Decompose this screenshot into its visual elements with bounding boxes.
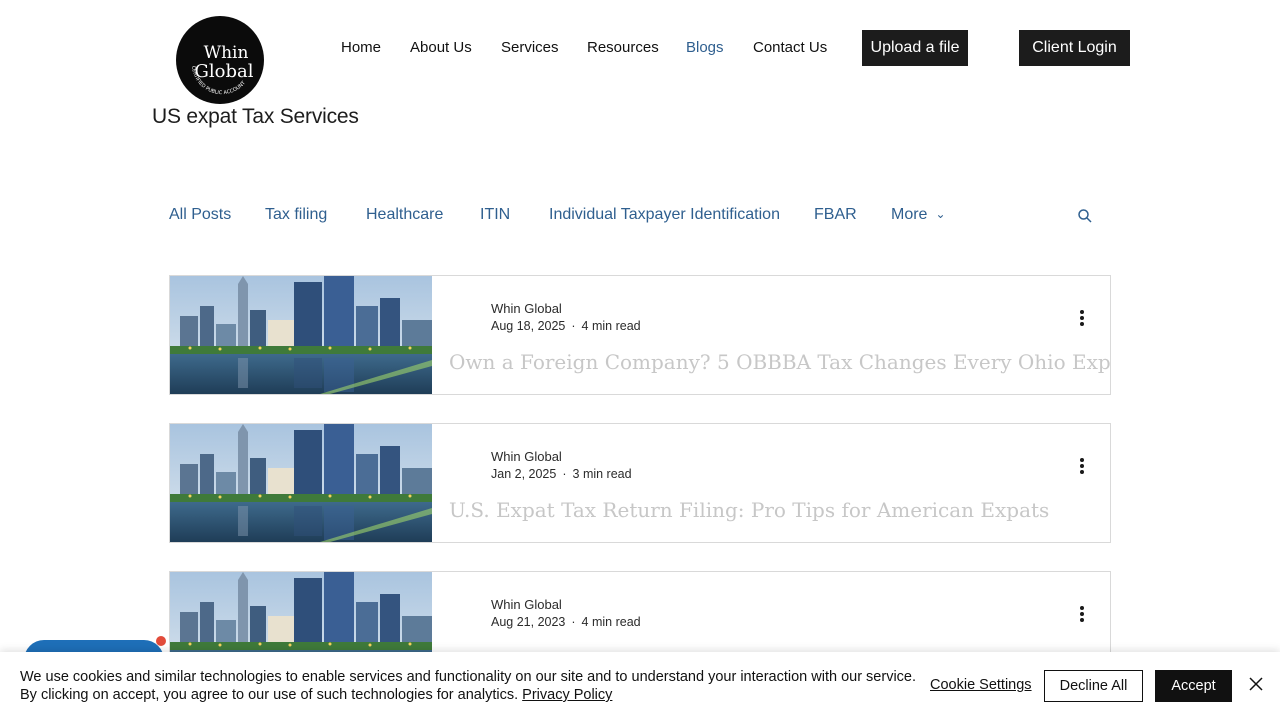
category-healthcare[interactable]: Healthcare (366, 204, 443, 226)
more-label: More (891, 206, 928, 223)
category-fbar[interactable]: FBAR (814, 204, 857, 226)
notification-badge (156, 636, 166, 646)
chevron-down-icon: ⌄ (935, 207, 946, 221)
nav-home[interactable]: Home (341, 38, 381, 58)
post-cover-image[interactable] (170, 276, 432, 394)
category-tax-filing[interactable]: Tax filing (265, 204, 327, 226)
cookie-message: We use cookies and similar technologies … (20, 668, 920, 704)
site-title: US expat Tax Services (152, 105, 359, 128)
post-date: Aug 21, 2023 (491, 615, 566, 629)
logo-graphic: Whin Global CERTIFIED PUBLIC ACCOUNTANTS (176, 16, 254, 96)
logo-word-global: Global (195, 61, 254, 82)
whin-global-logo[interactable]: Whin Global CERTIFIED PUBLIC ACCOUNTANTS (176, 16, 264, 104)
meta-separator: · (571, 319, 576, 333)
post-date: Aug 18, 2025 (491, 319, 566, 333)
post-author[interactable]: Whin Global (491, 301, 562, 316)
cookie-message-text: We use cookies and similar technologies … (20, 669, 917, 703)
post-read-time: 4 min read (581, 319, 641, 333)
category-more-dropdown[interactable]: More ⌄ (891, 204, 946, 226)
post-read-time: 3 min read (572, 467, 632, 481)
meta-separator: · (571, 615, 576, 629)
more-options-icon[interactable] (1074, 456, 1090, 476)
cookie-consent-banner: We use cookies and similar technologies … (0, 652, 1280, 720)
accept-button[interactable]: Accept (1155, 670, 1232, 702)
close-icon[interactable] (1248, 676, 1264, 692)
category-individual-taxpayer-identification[interactable]: Individual Taxpayer Identification (549, 204, 780, 226)
category-itin[interactable]: ITIN (480, 204, 510, 226)
decline-all-button[interactable]: Decline All (1044, 670, 1143, 702)
blog-post-card[interactable]: Whin Global Aug 18, 2025 · 4 min read Own … (169, 275, 1111, 395)
search-icon[interactable] (1077, 208, 1093, 224)
post-meta: Jan 2, 2025 · 3 min read (491, 467, 632, 481)
post-meta: Aug 18, 2025 · 4 min read (491, 319, 641, 333)
post-author[interactable]: Whin Global (491, 449, 562, 464)
nav-services[interactable]: Services (501, 38, 559, 58)
more-options-icon[interactable] (1074, 308, 1090, 328)
post-title[interactable]: U.S. Expat Tax Return Filing: Pro Tips f… (449, 498, 1049, 522)
post-title[interactable]: Own a Foreign Company? 5 OBBBA Tax Chang… (449, 350, 1110, 374)
upload-file-button[interactable]: Upload a file (862, 30, 968, 66)
client-login-button[interactable]: Client Login (1019, 30, 1130, 66)
logo-word-whin: Whin (204, 43, 249, 63)
nav-contact-us[interactable]: Contact Us (753, 38, 827, 58)
post-date: Jan 2, 2025 (491, 467, 557, 481)
privacy-policy-link[interactable]: Privacy Policy (522, 687, 612, 703)
post-author[interactable]: Whin Global (491, 597, 562, 612)
blog-post-card[interactable]: Whin Global Jan 2, 2025 · 3 min read U.S. … (169, 423, 1111, 543)
meta-separator: · (562, 467, 567, 481)
nav-resources[interactable]: Resources (587, 38, 659, 58)
post-meta: Aug 21, 2023 · 4 min read (491, 615, 641, 629)
cookie-settings-link[interactable]: Cookie Settings (930, 677, 1032, 693)
post-read-time: 4 min read (581, 615, 641, 629)
category-all-posts[interactable]: All Posts (169, 204, 231, 226)
nav-about-us[interactable]: About Us (410, 38, 472, 58)
post-cover-image[interactable] (170, 424, 432, 542)
more-options-icon[interactable] (1074, 604, 1090, 624)
nav-blogs[interactable]: Blogs (686, 38, 724, 58)
